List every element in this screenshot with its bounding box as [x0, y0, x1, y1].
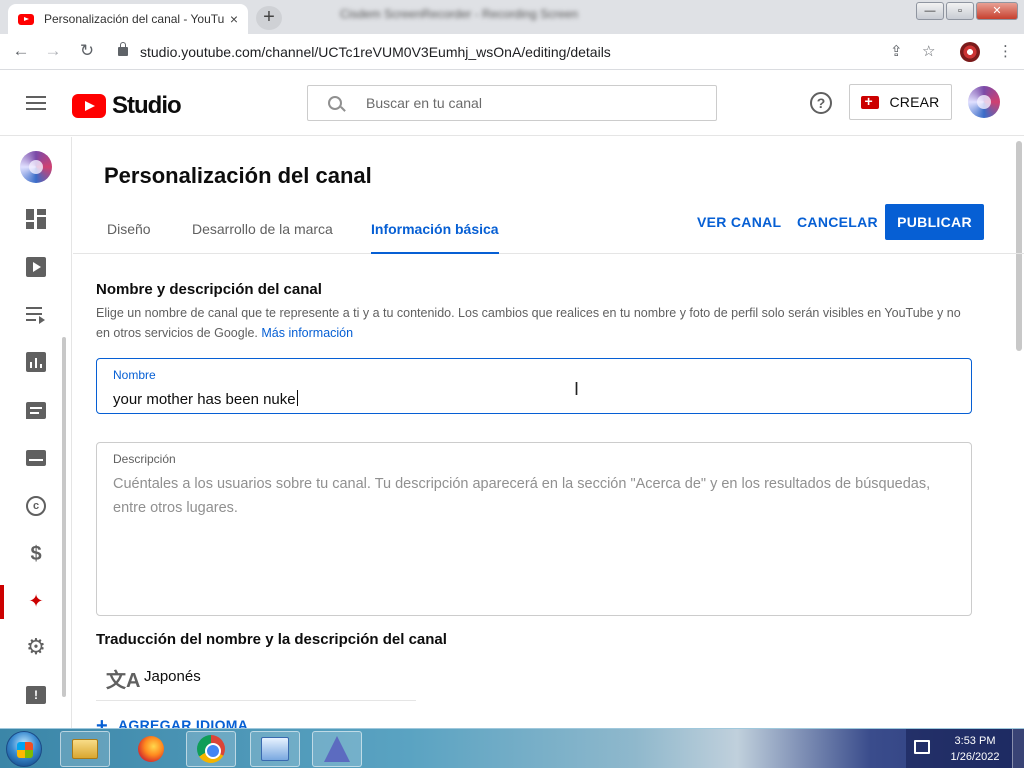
taskbar-firefox[interactable] — [126, 731, 176, 767]
back-icon[interactable]: ← — [10, 41, 32, 61]
text-caret — [296, 390, 298, 406]
bookmark-star-icon[interactable]: ☆ — [922, 42, 935, 60]
analytics-icon — [26, 352, 46, 372]
browser-profile-icon[interactable] — [960, 42, 980, 62]
tab-title: Personalización del canal - YouTube — [44, 12, 224, 26]
new-tab-button[interactable]: + — [256, 6, 282, 30]
description-placeholder: Cuéntales a los usuarios sobre tu canal.… — [113, 476, 931, 516]
logo-text: Studio — [112, 92, 182, 119]
cancel-button[interactable]: CANCELAR — [797, 214, 878, 230]
channel-description-field[interactable]: Descripción Cuéntales a los usuarios sob… — [96, 442, 972, 616]
section-description: Elige un nombre de canal que te represen… — [96, 303, 976, 343]
more-info-link[interactable]: Más información — [261, 326, 353, 340]
tab-branding[interactable]: Desarrollo de la marca — [192, 221, 333, 254]
language-label: Japonés — [144, 668, 201, 685]
studio-header: Studio Buscar en tu canal ? CREAR — [0, 70, 1024, 136]
taskbar-app[interactable] — [312, 731, 362, 767]
nav-item-playlists[interactable] — [0, 294, 72, 334]
left-nav-rail: c $ ✦ ⚙ ! — [0, 137, 72, 728]
search-icon — [328, 96, 342, 110]
customization-tabs: Diseño Desarrollo de la marca Informació… — [73, 201, 1024, 254]
create-button[interactable]: CREAR — [849, 84, 952, 120]
firefox-icon — [138, 736, 164, 762]
clock-time: 3:53 PM — [954, 735, 996, 747]
name-field-value[interactable]: your mother has been nuke — [113, 390, 298, 408]
tab-basic-info[interactable]: Información básica — [371, 221, 499, 254]
chrome-icon — [197, 735, 225, 763]
window-controls: — ▫ ✕ — [916, 2, 1018, 20]
browser-tab[interactable]: Personalización del canal - YouTube × — [8, 4, 248, 34]
close-window-button[interactable]: ✕ — [976, 2, 1018, 20]
search-placeholder: Buscar en tu canal — [366, 95, 482, 111]
channel-search-input[interactable]: Buscar en tu canal — [307, 85, 717, 121]
show-desktop-button[interactable] — [1012, 729, 1024, 768]
nav-item-dashboard[interactable] — [0, 199, 72, 239]
channel-avatar[interactable] — [20, 151, 52, 183]
section-description-text: Elige un nombre de canal que te represen… — [96, 306, 961, 340]
view-channel-button[interactable]: VER CANAL — [697, 214, 781, 230]
customization-icon: ✦ — [28, 591, 44, 611]
reload-icon[interactable]: ↻ — [76, 41, 98, 61]
browser-menu-icon[interactable]: ⋮ — [998, 42, 1013, 60]
channel-name-field[interactable]: Nombre your mother has been nuke I — [96, 358, 972, 414]
language-row[interactable]: 文A Japonés — [96, 657, 416, 701]
help-icon[interactable]: ? — [810, 92, 832, 114]
start-button[interactable] — [6, 731, 42, 767]
main-content: Personalización del canal Diseño Desarro… — [73, 137, 1024, 728]
rail-scrollbar[interactable] — [62, 337, 66, 697]
maximize-button[interactable]: ▫ — [946, 2, 974, 20]
monetization-icon: $ — [30, 543, 42, 565]
taskbar-clock[interactable]: 3:53 PM 1/26/2022 — [940, 733, 1010, 765]
dashboard-icon — [26, 209, 46, 229]
subtitles-icon — [26, 450, 46, 466]
windows-taskbar: 3:53 PM 1/26/2022 — [0, 728, 1024, 768]
share-icon[interactable]: ⇪ — [890, 42, 903, 60]
plus-icon: + — [96, 715, 108, 728]
account-avatar[interactable] — [968, 86, 1000, 118]
create-label: CREAR — [889, 94, 940, 110]
page-title: Personalización del canal — [104, 163, 372, 188]
add-language-button[interactable]: + AGREGAR IDIOMA — [96, 715, 248, 728]
description-field-label: Descripción — [113, 452, 176, 466]
playlists-icon — [26, 304, 46, 324]
app-icon — [324, 736, 350, 762]
settings-icon: ⚙ — [26, 634, 46, 659]
minimize-button[interactable]: — — [916, 2, 944, 20]
content-icon — [26, 257, 46, 277]
browser-titlebar: Personalización del canal - YouTube × + … — [0, 0, 1024, 34]
nav-item-content[interactable] — [0, 247, 72, 287]
tab-layout[interactable]: Diseño — [107, 221, 151, 254]
translation-section-title: Traducción del nombre y la descripción d… — [96, 631, 447, 648]
studio-logo[interactable]: Studio — [72, 92, 182, 120]
taskbar-chrome[interactable] — [186, 731, 236, 767]
name-field-label: Nombre — [113, 368, 156, 382]
tab-close-icon[interactable]: × — [230, 11, 238, 27]
folder-icon — [72, 739, 98, 759]
taskbar-explorer[interactable] — [60, 731, 110, 767]
publish-button[interactable]: PUBLICAR — [885, 204, 984, 240]
address-bar[interactable]: studio.youtube.com/channel/UCTc1reVUM0V3… — [140, 44, 611, 60]
section-title: Nombre y descripción del canal — [96, 281, 322, 298]
feedback-icon: ! — [26, 686, 46, 704]
forward-icon[interactable]: → — [42, 41, 64, 61]
text-cursor-icon: I — [574, 379, 580, 399]
name-text: your mother has been nuke — [113, 391, 296, 408]
window-title: Cisdem ScreenRecorder - Recording Screen — [340, 7, 579, 21]
clock-date: 1/26/2022 — [950, 751, 1000, 763]
taskbar-control-panel[interactable] — [250, 731, 300, 767]
create-video-icon — [861, 93, 880, 109]
network-icon[interactable] — [914, 740, 930, 754]
add-language-label: AGREGAR IDIOMA — [117, 717, 249, 728]
control-panel-icon — [261, 737, 289, 761]
youtube-logo-icon — [72, 94, 106, 118]
browser-toolbar: ← → ↻ studio.youtube.com/channel/UCTc1re… — [0, 34, 1024, 70]
copyright-icon: c — [26, 496, 46, 516]
comments-icon — [26, 401, 46, 419]
lock-icon[interactable] — [118, 42, 128, 56]
translate-icon: 文A — [106, 670, 141, 692]
hamburger-menu-icon[interactable] — [26, 96, 46, 114]
youtube-favicon-icon — [18, 13, 34, 25]
